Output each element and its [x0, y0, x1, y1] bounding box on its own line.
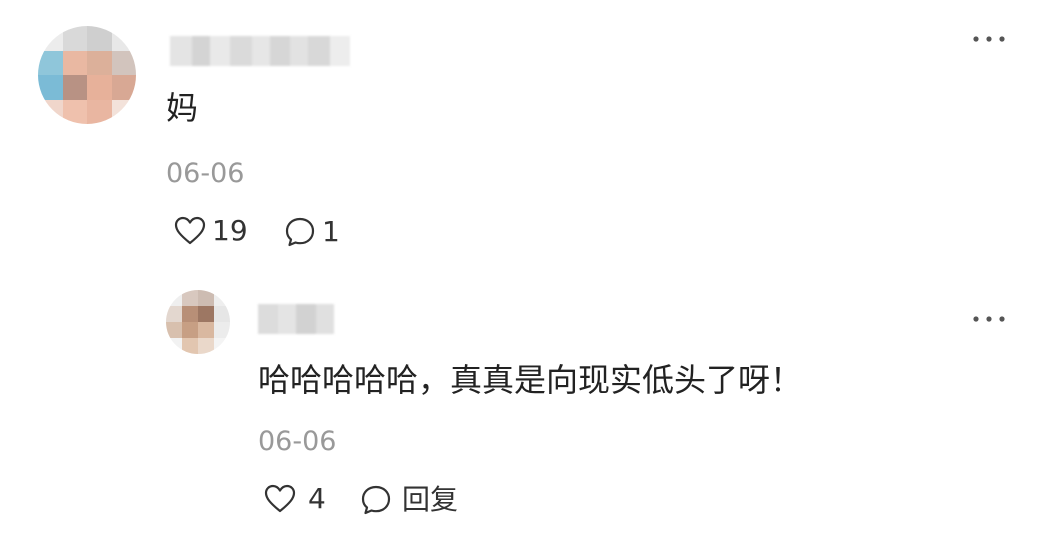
heart-outline-icon	[174, 216, 206, 245]
username[interactable]	[170, 36, 350, 66]
reply-count: 1	[322, 215, 340, 248]
reply-date: 06-06	[258, 426, 337, 457]
username[interactable]	[258, 304, 334, 334]
like-count: 4	[308, 482, 326, 515]
more-options-button[interactable]	[972, 34, 1006, 44]
chat-bubble-icon	[285, 217, 315, 247]
chat-bubble-icon	[361, 485, 391, 515]
reply-label: 回复	[402, 483, 459, 516]
comment-date: 06-06	[166, 158, 245, 189]
more-dots-icon	[973, 36, 1005, 42]
more-options-button[interactable]	[972, 314, 1006, 324]
heart-outline-icon	[264, 484, 296, 513]
avatar[interactable]	[166, 290, 230, 354]
avatar[interactable]	[38, 26, 136, 124]
reply-count-button[interactable]: 1	[284, 216, 340, 248]
reply-button[interactable]: 回复	[360, 484, 458, 516]
like-button[interactable]: 19	[174, 216, 248, 246]
comment-text: 妈	[166, 89, 199, 127]
like-count: 19	[212, 214, 248, 247]
more-dots-icon	[973, 316, 1005, 322]
like-button[interactable]: 4	[264, 484, 326, 514]
reply-text: 哈哈哈哈哈，真真是向现实低头了呀！	[258, 361, 803, 399]
